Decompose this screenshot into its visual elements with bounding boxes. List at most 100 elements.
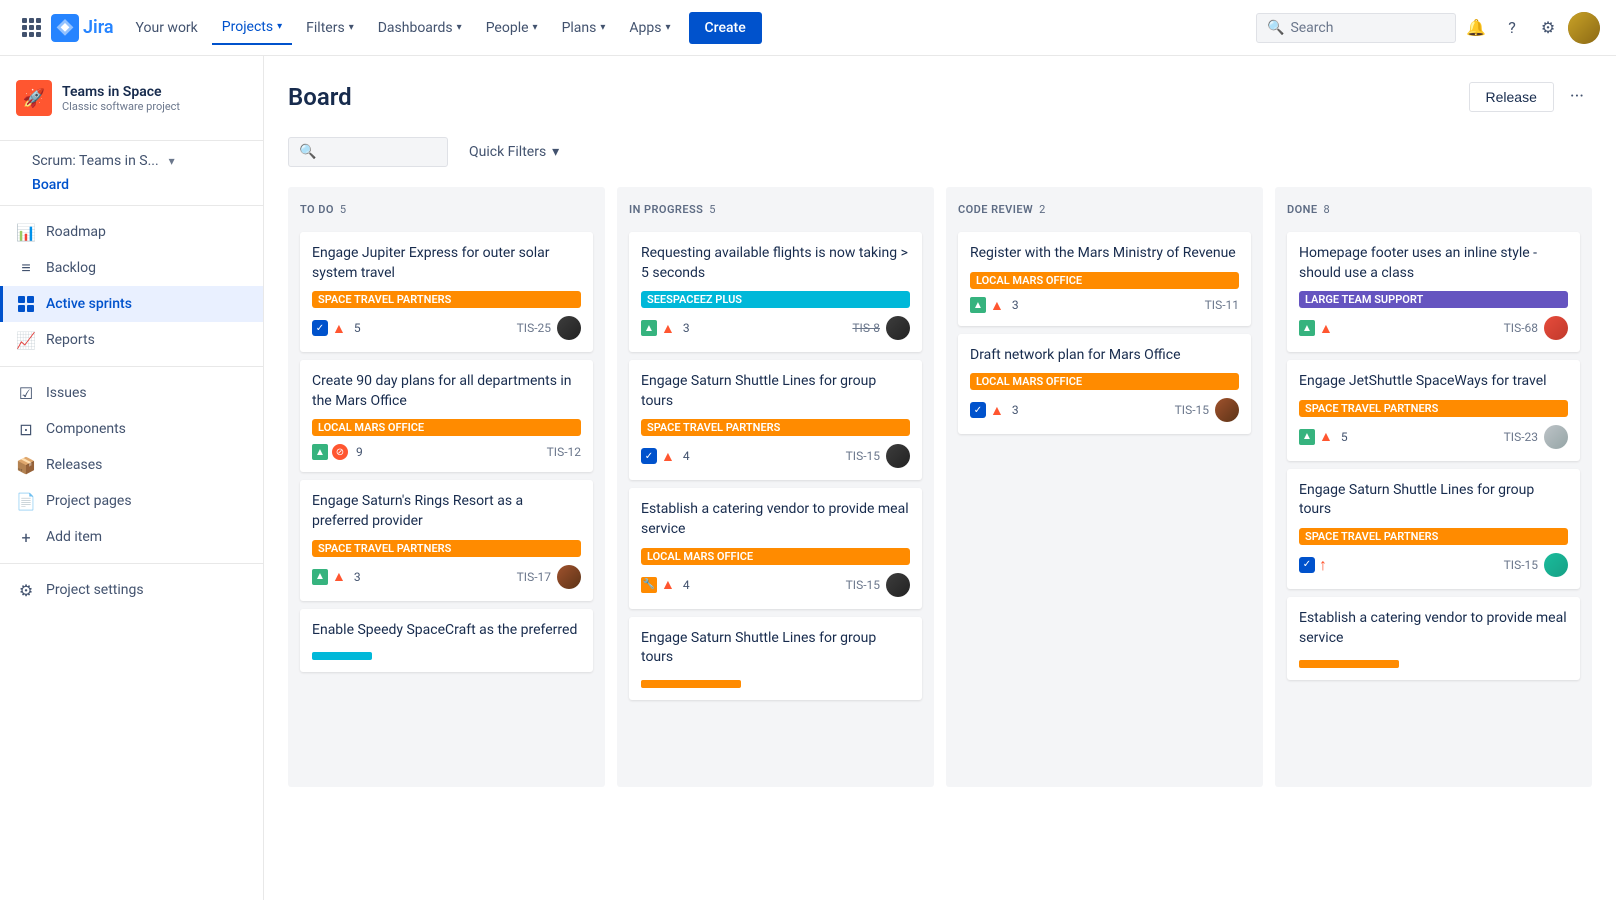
sidebar-divider-4 (0, 563, 263, 564)
card-todo-4-label-bar (312, 652, 372, 660)
column-inprogress: IN PROGRESS 5 Requesting available fligh… (617, 187, 934, 787)
card-tis-11-footer: ▲ ▲ 3 TIS-11 (970, 297, 1239, 314)
card-ip-tis-15a-count: 4 (683, 449, 690, 463)
help-button[interactable]: ? (1496, 12, 1528, 44)
nav-your-work[interactable]: Your work (126, 12, 208, 44)
search-bar[interactable]: 🔍 Search (1256, 13, 1456, 43)
release-button[interactable]: Release (1469, 82, 1554, 112)
card-ip-tis-15b[interactable]: Establish a catering vendor to provide m… (629, 488, 922, 608)
quick-filters-chevron-icon: ▾ (552, 144, 559, 160)
project-header: 🚀 Teams in Space Classic software projec… (0, 72, 263, 132)
card-cr-tis-15-avatar (1215, 398, 1239, 422)
nav-filters[interactable]: Filters ▾ (296, 12, 364, 44)
priority-up-icon: ↑ (1319, 555, 1327, 575)
priority-high-icon-9: ▲ (1319, 428, 1333, 445)
settings-button[interactable]: ⚙ (1532, 12, 1564, 44)
dashboards-chevron-icon: ▾ (457, 22, 462, 33)
sidebar-item-issues[interactable]: ☑ Issues (0, 375, 263, 411)
more-options-button[interactable]: ··· (1562, 80, 1592, 113)
story-icon-3: ▲ (641, 320, 657, 336)
card-cr-tis-15-footer: ✓ ▲ 3 TIS-15 (970, 398, 1239, 422)
sidebar-label-components: Components (46, 421, 126, 437)
sidebar-item-project-settings[interactable]: ⚙ Project settings (0, 572, 263, 608)
card-cr-tis-15-label: LOCAL MARS OFFICE (970, 373, 1239, 390)
sidebar-board-sub[interactable]: Board (0, 173, 263, 197)
nav-people[interactable]: People ▾ (476, 12, 548, 44)
nav-dashboards[interactable]: Dashboards ▾ (368, 12, 472, 44)
card-tis-12[interactable]: Create 90 day plans for all departments … (300, 360, 593, 472)
project-type: Classic software project (62, 100, 247, 113)
card-ip-tis-15a[interactable]: Engage Saturn Shuttle Lines for group to… (629, 360, 922, 480)
sidebar-item-components[interactable]: ⊡ Components (0, 411, 263, 447)
project-settings-icon: ⚙ (16, 580, 36, 600)
card-ip-4[interactable]: Engage Saturn Shuttle Lines for group to… (629, 617, 922, 700)
card-tis-8-icons: ▲ ▲ (641, 320, 675, 337)
story-icon-4: ▲ (970, 297, 986, 313)
create-button[interactable]: Create (689, 12, 762, 44)
search-icon: 🔍 (1267, 20, 1284, 36)
sidebar-item-project-pages[interactable]: 📄 Project pages (0, 483, 263, 519)
components-icon: ⊡ (16, 419, 36, 439)
card-tis-17-count: 3 (354, 570, 361, 584)
card-tis-17-id: TIS-17 (517, 570, 551, 584)
active-sprints-icon (16, 294, 36, 314)
quick-filters-button[interactable]: Quick Filters ▾ (456, 137, 572, 167)
sidebar-item-add-item[interactable]: + Add item (0, 519, 263, 555)
user-avatar-button[interactable] (1568, 12, 1600, 44)
sidebar-scrum-board[interactable]: Scrum: Teams in S... ▾ (0, 149, 263, 173)
card-ip-tis-15b-count: 4 (683, 578, 690, 592)
jira-logo[interactable]: Jira (51, 14, 114, 42)
column-done: DONE 8 Homepage footer uses an inline st… (1275, 187, 1592, 787)
priority-high-icon-2: ▲ (332, 568, 346, 585)
priority-high-icon-4: ▲ (661, 448, 675, 465)
jira-logo-text: Jira (83, 17, 114, 38)
card-done-tis-15[interactable]: Engage Saturn Shuttle Lines for group to… (1287, 469, 1580, 589)
sidebar-item-roadmap[interactable]: 📊 Roadmap (0, 214, 263, 250)
card-tis-23[interactable]: Engage JetShuttle SpaceWays for travel S… (1287, 360, 1580, 461)
card-ip-4-label-bar (641, 680, 741, 688)
sidebar: 🚀 Teams in Space Classic software projec… (0, 56, 264, 900)
sidebar-item-releases[interactable]: 📦 Releases (0, 447, 263, 483)
column-codereview-header: CODE REVIEW 2 (958, 199, 1251, 224)
grid-menu-button[interactable] (16, 12, 47, 43)
story-icon-5: ▲ (1299, 320, 1315, 336)
card-tis-12-footer: ▲ ⊘ 9 TIS-12 (312, 444, 581, 460)
card-tis-25-count: 5 (354, 321, 361, 335)
story-icon-2: ▲ (312, 569, 328, 585)
card-done-4-label-bar (1299, 660, 1399, 668)
card-tis-8-title: Requesting available flights is now taki… (641, 244, 910, 283)
card-tis-25[interactable]: Engage Jupiter Express for outer solar s… (300, 232, 593, 352)
nav-projects[interactable]: Projects ▾ (212, 11, 292, 45)
sidebar-item-reports[interactable]: 📈 Reports (0, 322, 263, 358)
card-cr-tis-15[interactable]: Draft network plan for Mars Office LOCAL… (958, 334, 1251, 435)
filter-bar: 🔍 Quick Filters ▾ (288, 137, 1592, 167)
card-todo-4[interactable]: Enable Speedy SpaceCraft as the preferre… (300, 609, 593, 673)
card-done-4[interactable]: Establish a catering vendor to provide m… (1287, 597, 1580, 680)
card-tis-8[interactable]: Requesting available flights is now taki… (629, 232, 922, 352)
column-inprogress-count: 5 (709, 203, 715, 216)
nav-apps[interactable]: Apps ▾ (619, 12, 680, 44)
sidebar-label-active-sprints: Active sprints (46, 296, 132, 312)
board-search-input[interactable]: 🔍 (288, 137, 448, 167)
card-tis-11-label: LOCAL MARS OFFICE (970, 272, 1239, 289)
notifications-button[interactable]: 🔔 (1460, 12, 1492, 44)
sidebar-item-active-sprints[interactable]: Active sprints (0, 286, 263, 322)
nav-plans[interactable]: Plans ▾ (552, 12, 616, 44)
card-tis-17-label: SPACE TRAVEL PARTNERS (312, 540, 581, 557)
sidebar-item-backlog[interactable]: ≡ Backlog (0, 250, 263, 286)
card-tis-23-avatar (1544, 425, 1568, 449)
card-tis-68-id: TIS-68 (1504, 321, 1538, 335)
card-done-tis-15-title: Engage Saturn Shuttle Lines for group to… (1299, 481, 1568, 520)
checkbox-icon: ✓ (312, 320, 328, 336)
project-pages-icon: 📄 (16, 491, 36, 511)
card-tis-17[interactable]: Engage Saturn's Rings Resort as a prefer… (300, 480, 593, 600)
card-tis-11[interactable]: Register with the Mars Ministry of Reven… (958, 232, 1251, 326)
card-tis-68[interactable]: Homepage footer uses an inline style - s… (1287, 232, 1580, 352)
card-tis-23-icons: ▲ ▲ (1299, 428, 1333, 445)
card-tis-8-avatar (886, 316, 910, 340)
card-tis-68-avatar (1544, 316, 1568, 340)
jira-logo-icon (51, 14, 79, 42)
card-ip-4-title: Engage Saturn Shuttle Lines for group to… (641, 629, 910, 668)
sidebar-label-add-item: Add item (46, 529, 102, 545)
column-todo-title: TO DO (300, 203, 334, 216)
